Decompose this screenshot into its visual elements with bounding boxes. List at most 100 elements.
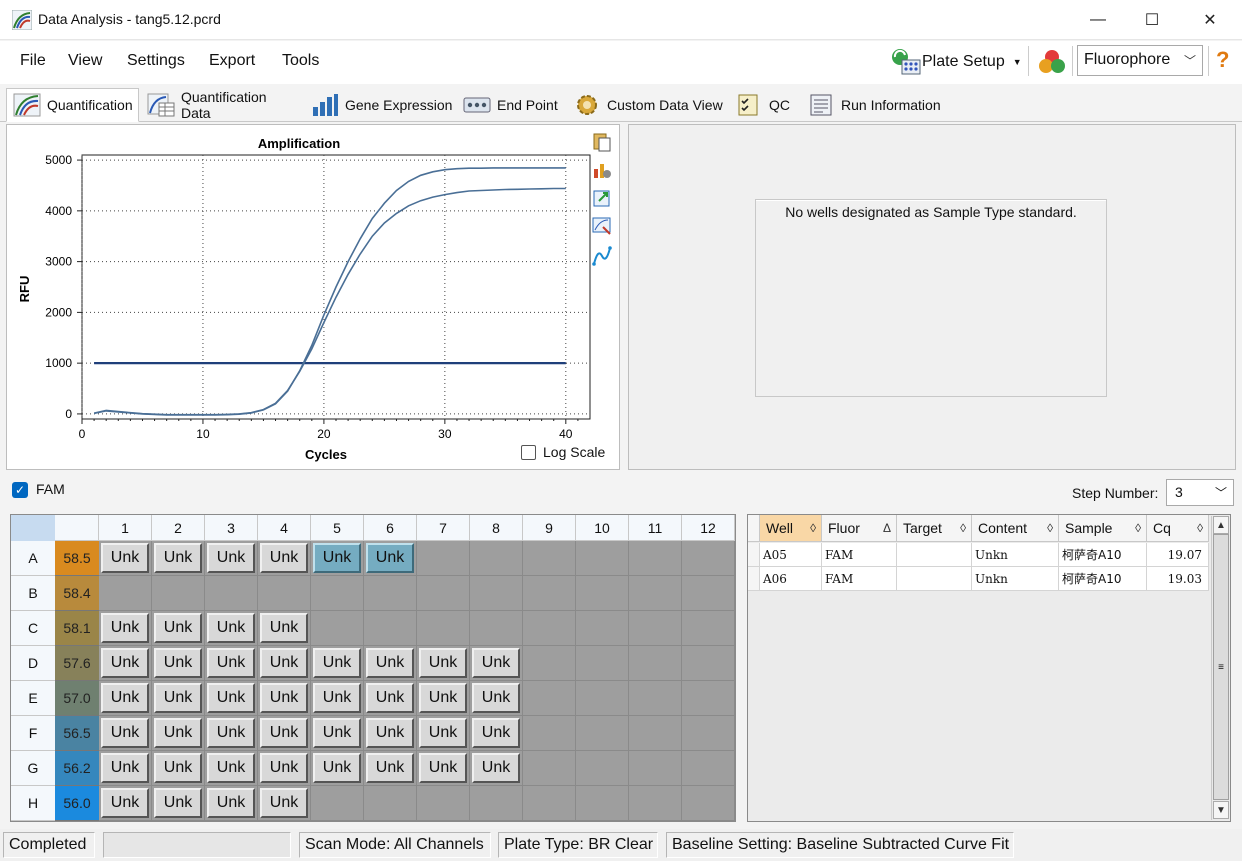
table-row-selector[interactable]: [748, 567, 760, 591]
column-header[interactable]: 8: [470, 515, 523, 541]
plate-well[interactable]: [576, 576, 629, 611]
help-icon[interactable]: ?: [1216, 47, 1229, 73]
plate-well[interactable]: [205, 576, 258, 611]
plate-well[interactable]: Unk: [258, 611, 311, 646]
table-cell[interactable]: A06: [760, 567, 822, 591]
plate-well[interactable]: Unk: [364, 646, 417, 681]
curve-fit-icon[interactable]: [591, 245, 613, 267]
plate-well[interactable]: Unk: [311, 646, 364, 681]
plate-well[interactable]: Unk: [311, 716, 364, 751]
plate-well[interactable]: [682, 716, 735, 751]
plate-well[interactable]: [682, 611, 735, 646]
table-cell[interactable]: A05: [760, 543, 822, 567]
column-header[interactable]: 12: [682, 515, 735, 541]
table-cell[interactable]: [897, 543, 972, 567]
tab-quantification[interactable]: Quantification: [6, 88, 139, 122]
column-header-fluor[interactable]: Fluor Δ: [822, 515, 897, 542]
plate-well[interactable]: [364, 576, 417, 611]
plate-well[interactable]: [417, 786, 470, 821]
plate-well[interactable]: Unk: [364, 716, 417, 751]
column-header[interactable]: 7: [417, 515, 470, 541]
plate-well[interactable]: [311, 576, 364, 611]
tab-custom-data-view[interactable]: Custom Data View: [566, 88, 726, 121]
table-cell[interactable]: 19.07: [1147, 543, 1209, 567]
plate-well[interactable]: Unk: [258, 646, 311, 681]
plate-well[interactable]: Unk: [258, 681, 311, 716]
plate-well[interactable]: [99, 576, 152, 611]
plate-well[interactable]: [152, 576, 205, 611]
plate-well[interactable]: [629, 786, 682, 821]
table-cell[interactable]: [897, 567, 972, 591]
column-header-sample[interactable]: Sample ◊: [1059, 515, 1147, 542]
table-cell[interactable]: 柯萨奇A10: [1059, 543, 1147, 567]
menu-settings[interactable]: Settings: [127, 52, 185, 70]
plate-well[interactable]: [523, 681, 576, 716]
plate-well[interactable]: [682, 576, 735, 611]
plate-well[interactable]: [417, 541, 470, 576]
plate-well[interactable]: [629, 751, 682, 786]
plate-well[interactable]: [417, 611, 470, 646]
plate-well[interactable]: Unk: [258, 786, 311, 821]
fam-checkbox[interactable]: ✓: [12, 482, 28, 498]
column-header-cq[interactable]: Cq ◊: [1147, 515, 1209, 542]
plate-well[interactable]: Unk: [311, 751, 364, 786]
table-cell[interactable]: Unkn: [972, 567, 1059, 591]
plate-well[interactable]: Unk: [99, 611, 152, 646]
plate-well[interactable]: Unk: [205, 646, 258, 681]
plate-well[interactable]: [682, 751, 735, 786]
plate-well[interactable]: [576, 541, 629, 576]
plate-well[interactable]: Unk: [364, 681, 417, 716]
log-scale-checkbox[interactable]: [521, 444, 536, 460]
plate-well[interactable]: Unk: [152, 646, 205, 681]
plate-well[interactable]: [576, 716, 629, 751]
plate-well[interactable]: [364, 611, 417, 646]
plate-well[interactable]: Unk: [311, 541, 364, 576]
row-header[interactable]: G: [11, 751, 55, 786]
plate-well[interactable]: Unk: [311, 681, 364, 716]
copy-chart-icon[interactable]: [591, 131, 613, 153]
table-cell[interactable]: 柯萨奇A10: [1059, 567, 1147, 591]
plate-well[interactable]: [682, 541, 735, 576]
plate-well[interactable]: [629, 541, 682, 576]
plate-well[interactable]: Unk: [205, 716, 258, 751]
table-cell[interactable]: Unkn: [972, 543, 1059, 567]
plate-well[interactable]: [311, 611, 364, 646]
plate-well[interactable]: Unk: [152, 681, 205, 716]
plate-well[interactable]: Unk: [99, 681, 152, 716]
plate-well[interactable]: Unk: [99, 751, 152, 786]
plate-well[interactable]: [682, 786, 735, 821]
tab-end-point[interactable]: End Point: [456, 88, 564, 121]
column-header[interactable]: 3: [205, 515, 258, 541]
row-header[interactable]: H: [11, 786, 55, 821]
column-header[interactable]: 2: [152, 515, 205, 541]
plate-well[interactable]: [576, 646, 629, 681]
plate-well[interactable]: [629, 716, 682, 751]
plate-well[interactable]: Unk: [364, 541, 417, 576]
plate-well[interactable]: [629, 681, 682, 716]
table-cell[interactable]: 19.03: [1147, 567, 1209, 591]
menu-file[interactable]: File: [20, 52, 46, 70]
table-scrollbar[interactable]: ▲ ≡ ▼: [1211, 516, 1229, 820]
plate-well[interactable]: [576, 611, 629, 646]
plate-well[interactable]: [311, 786, 364, 821]
plate-well[interactable]: [470, 786, 523, 821]
plate-well[interactable]: Unk: [99, 786, 152, 821]
plate-well[interactable]: [523, 786, 576, 821]
plate-well[interactable]: Unk: [258, 716, 311, 751]
plate-well[interactable]: Unk: [205, 786, 258, 821]
plate-well[interactable]: [682, 646, 735, 681]
plate-well[interactable]: Unk: [205, 541, 258, 576]
plate-well[interactable]: [417, 576, 470, 611]
menu-tools[interactable]: Tools: [282, 52, 319, 70]
plate-corner[interactable]: [11, 515, 55, 541]
minimize-button[interactable]: —: [1072, 0, 1124, 40]
column-header[interactable]: 10: [576, 515, 629, 541]
plate-well[interactable]: [258, 576, 311, 611]
row-header[interactable]: A: [11, 541, 55, 576]
plate-well[interactable]: Unk: [205, 681, 258, 716]
column-header[interactable]: 9: [523, 515, 576, 541]
menu-export[interactable]: Export: [209, 52, 255, 70]
column-header[interactable]: 6: [364, 515, 417, 541]
column-header[interactable]: 4: [258, 515, 311, 541]
plate-well[interactable]: Unk: [152, 786, 205, 821]
